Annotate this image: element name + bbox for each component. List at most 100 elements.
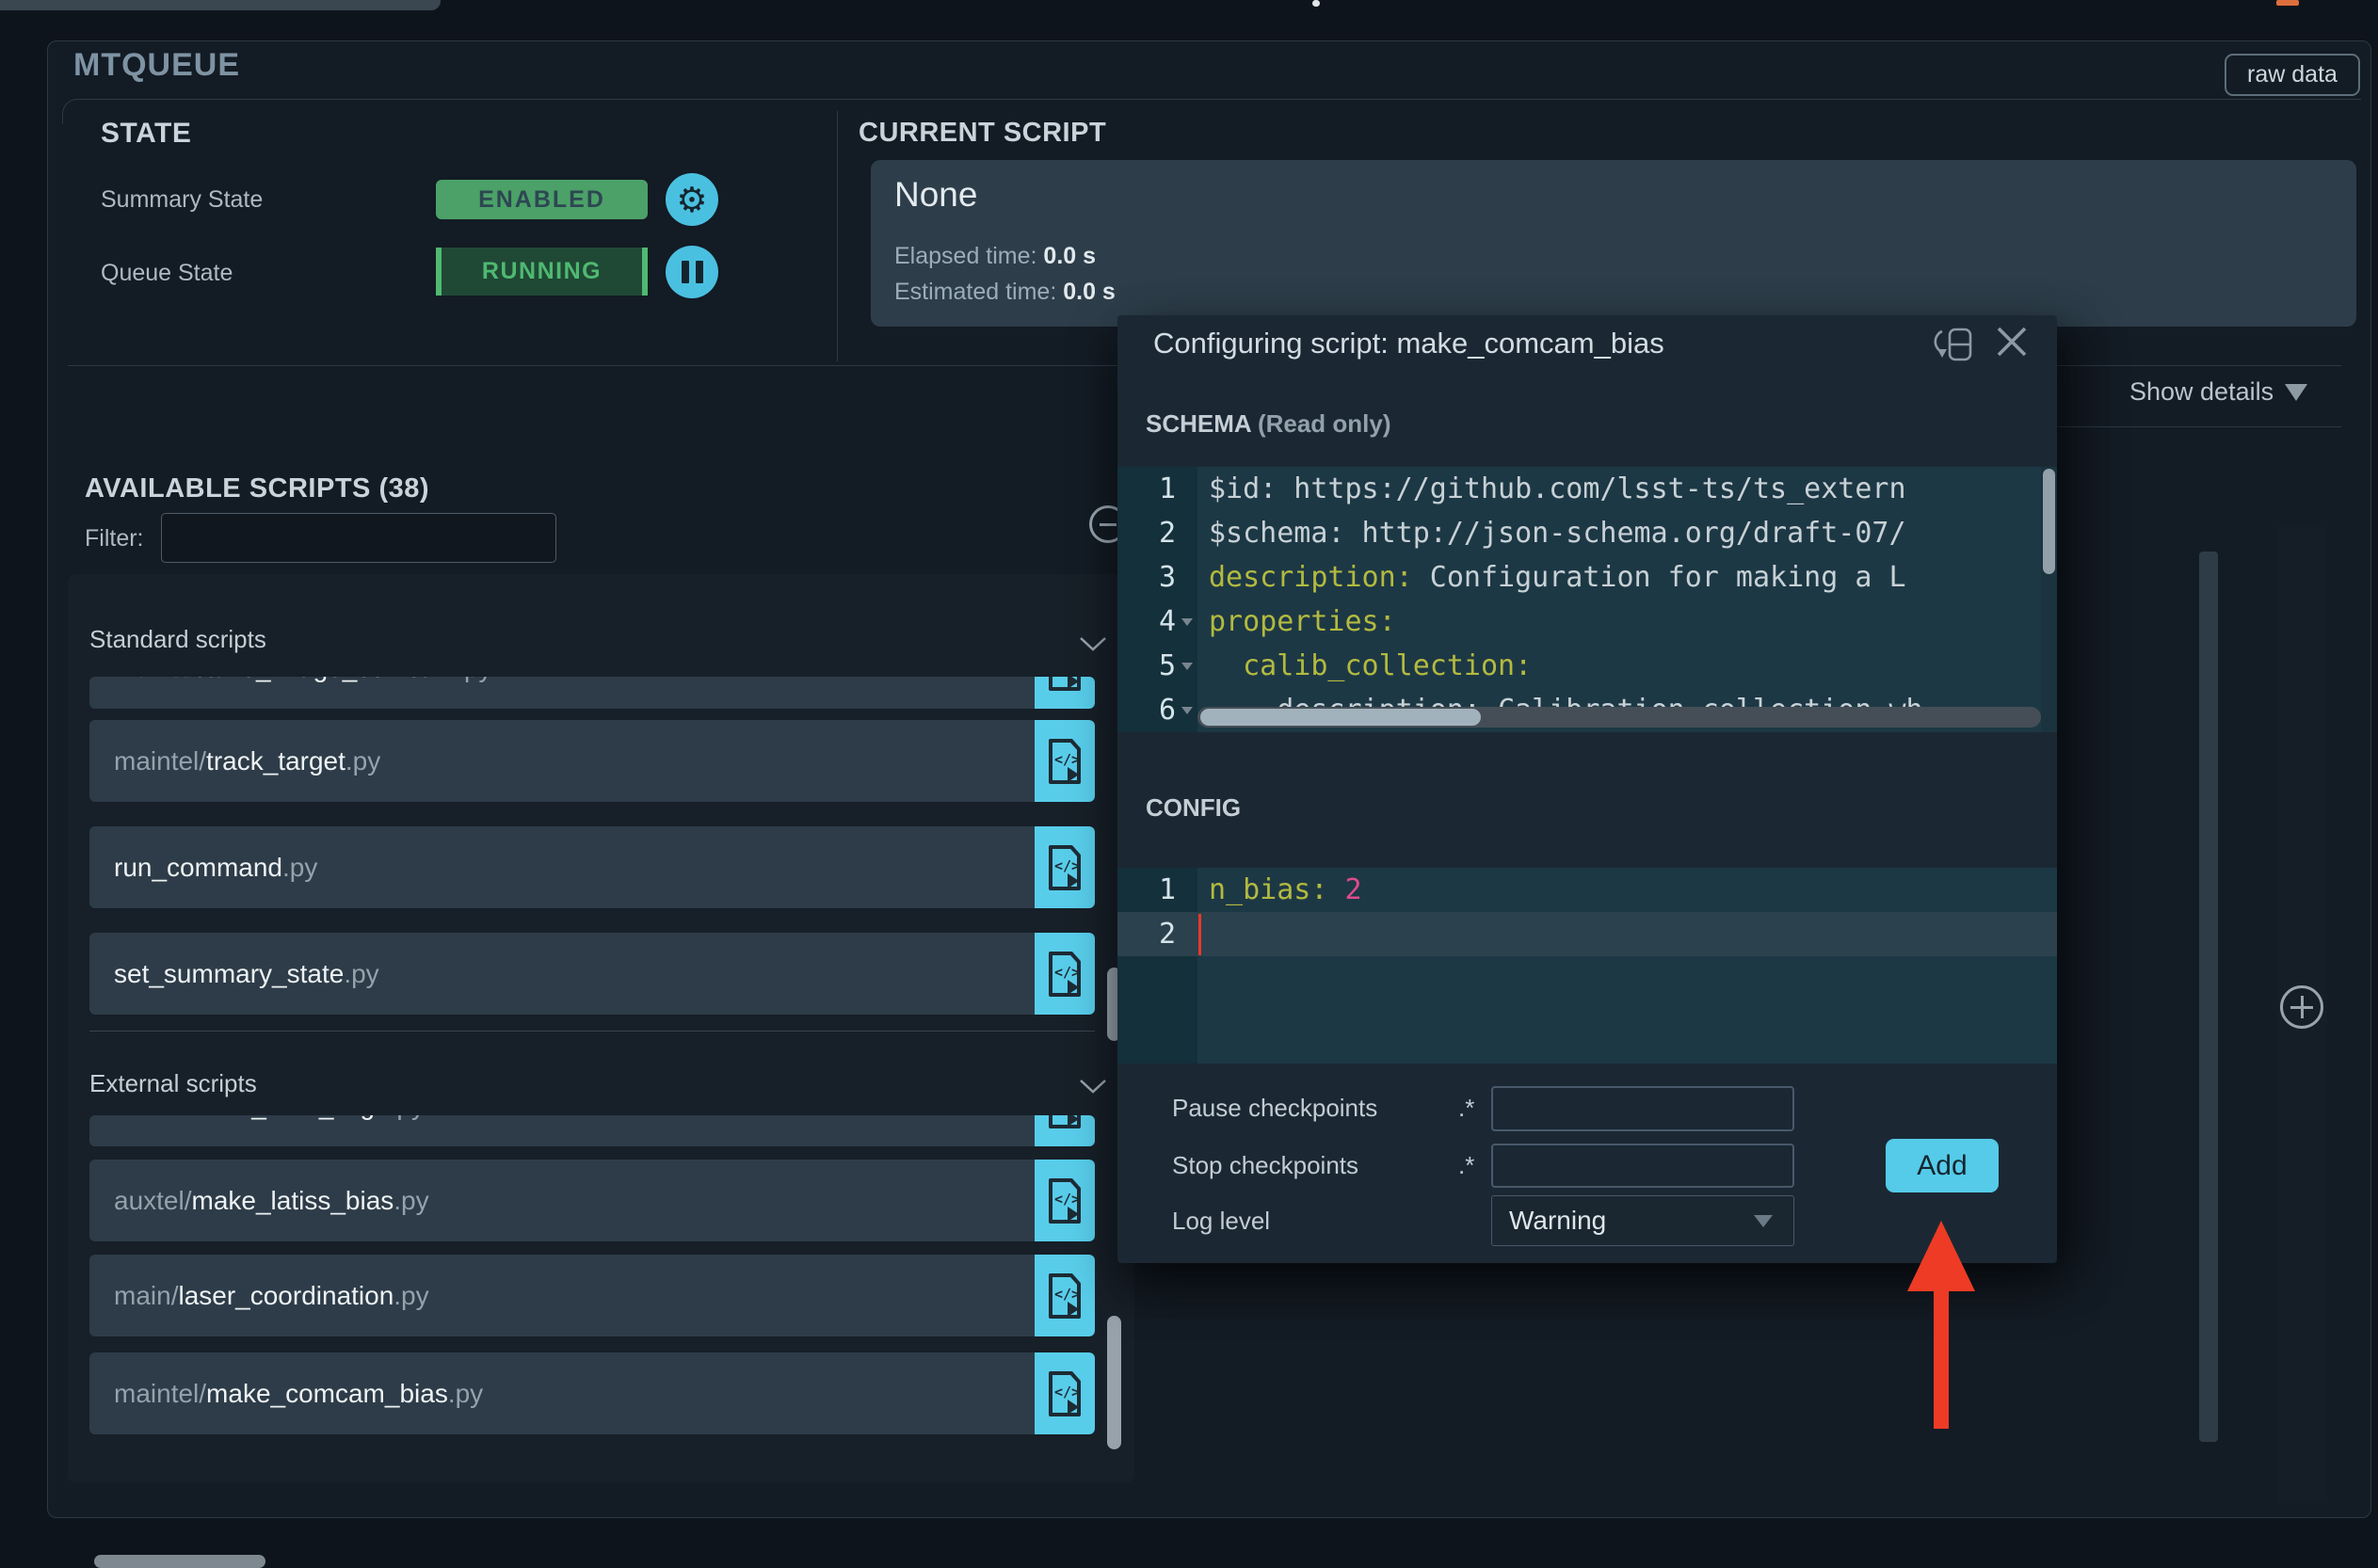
line-number: 1 [1158, 873, 1176, 906]
svg-text:</>: </> [1054, 751, 1080, 768]
script-launch-icon[interactable]: </> [1035, 1115, 1095, 1146]
stop-checkpoints-value: .* [1458, 1151, 1475, 1179]
estimated-time-row: Estimated time: 0.0 s [894, 279, 1116, 305]
current-script-name: None [894, 175, 978, 214]
config-label: CONFIG [1146, 793, 1242, 822]
group-divider [89, 1031, 1095, 1032]
estimated-time-value: 0.0 s [1063, 279, 1116, 305]
log-level-label: Log level [1172, 1207, 1271, 1235]
svg-text:</>: </> [1054, 964, 1080, 981]
config-code-editor[interactable]: 1 n_bias: 2 2 [1117, 868, 2057, 1064]
script-row[interactable]: run_command.py </> [89, 826, 1095, 908]
pause-icon [681, 261, 703, 283]
queue-pause-button[interactable] [666, 246, 718, 298]
script-launch-icon[interactable]: </> [1035, 1352, 1095, 1434]
script-row[interactable]: maintel/track_target.py </> [89, 720, 1095, 802]
line-number: 1 [1158, 472, 1176, 505]
pause-checkpoints-value: .* [1458, 1094, 1475, 1122]
select-caret-icon [1754, 1214, 1773, 1227]
svg-text:</>: </> [1054, 1191, 1080, 1208]
svg-text:</>: </> [1054, 1286, 1080, 1303]
filter-label: Filter: [85, 525, 144, 552]
close-icon[interactable] [1995, 325, 2029, 359]
line-number: 3 [1158, 561, 1176, 594]
script-row[interactable]: auxtel/make_latiss_bias.py </> [89, 1160, 1095, 1241]
chevron-down-icon[interactable] [1079, 636, 1107, 652]
line-number: 4 [1158, 605, 1176, 638]
elapsed-time-value: 0.0 s [1043, 243, 1097, 269]
annotation-arrow [1907, 1221, 1975, 1429]
line-number: 2 [1158, 517, 1176, 550]
code-line: 2 $schema: http://json-schema.org/draft-0… [1117, 511, 2057, 555]
pause-checkpoints-input[interactable] [1491, 1086, 1794, 1131]
script-launch-icon[interactable]: </> [1035, 933, 1095, 1015]
summary-state-config-button[interactable]: ⚙ [666, 173, 718, 226]
script-launch-icon[interactable]: </> [1035, 677, 1095, 709]
group-external-scripts[interactable]: External scripts [89, 1069, 257, 1098]
code-line: 5 calib_collection: [1117, 644, 2057, 688]
script-launch-icon[interactable]: </> [1035, 826, 1095, 908]
schema-horizontal-scrollbar[interactable] [1197, 707, 2041, 728]
state-divider [837, 111, 838, 361]
add-script-button[interactable] [2280, 985, 2323, 1029]
script-launch-icon[interactable]: </> [1035, 720, 1095, 802]
flip-orientation-icon[interactable] [1933, 323, 1976, 364]
pause-checkpoints-label: Pause checkpoints [1172, 1094, 1378, 1122]
code-line: 2 [1117, 912, 2057, 956]
script-launch-icon[interactable]: </> [1035, 1160, 1095, 1241]
queue-state-badge: RUNNING [436, 248, 648, 296]
schema-label: SCHEMA (Read only) [1146, 409, 1391, 438]
script-row-clipped[interactable]: auxtel/latiss_cwfs_align.py </> [89, 1115, 1095, 1146]
configure-script-dialog: Configuring script: make_comcam_bias SCH… [1117, 315, 2057, 1263]
script-launch-icon[interactable]: </> [1035, 1255, 1095, 1336]
dialog-title: Configuring script: make_comcam_bias [1153, 327, 1664, 360]
fold-caret-icon [1181, 706, 1193, 714]
show-details-toggle[interactable]: Show details [2129, 377, 2308, 407]
available-scripts-heading: AVAILABLE SCRIPTS (38) [85, 473, 430, 504]
schema-vertical-scrollbar[interactable] [2041, 467, 2057, 732]
fold-caret-icon [1181, 662, 1193, 670]
summary-state-badge: ENABLED [436, 180, 648, 219]
chevron-down-icon [2285, 383, 2308, 401]
fold-caret-icon [1181, 617, 1193, 626]
mtqueue-app: MTQUEUE raw data STATE Summary State ENA… [0, 0, 2378, 1568]
text-cursor [1198, 913, 1201, 955]
state-heading: STATE [101, 118, 192, 149]
stop-checkpoints-label: Stop checkpoints [1172, 1151, 1359, 1179]
svg-text:</>: </> [1054, 857, 1080, 874]
scripts-list-panel [68, 574, 1134, 1482]
code-line: 4 properties: [1117, 600, 2057, 644]
dock-remnant [94, 1555, 265, 1568]
schema-code-editor[interactable]: 1 $id: https://github.com/lsst-ts/ts_exte… [1117, 467, 2057, 732]
queue-scrollbar[interactable] [2199, 552, 2218, 1442]
script-row[interactable]: maintel/make_comcam_bias.py </> [89, 1352, 1095, 1434]
svg-text:</>: </> [1054, 1384, 1080, 1400]
browser-accent-sliver [2276, 0, 2299, 6]
code-line: 1 $id: https://github.com/lsst-ts/ts_exte… [1117, 467, 2057, 511]
line-number: 2 [1158, 918, 1176, 951]
browser-tab-remnant [0, 0, 441, 10]
stop-checkpoints-input[interactable] [1491, 1144, 1794, 1188]
script-row-clipped[interactable]: maintel/take_image_comcam.py </> [89, 677, 1095, 709]
code-line: 3 description: Configuration for making a… [1117, 555, 2057, 600]
add-button[interactable]: Add [1886, 1139, 1999, 1192]
elapsed-time-row: Elapsed time: 0.0 s [894, 243, 1097, 269]
line-number: 5 [1158, 649, 1176, 682]
queue-state-label: Queue State [101, 260, 233, 286]
summary-state-label: Summary State [101, 186, 264, 213]
external-list-scrollbar[interactable] [1107, 1316, 1121, 1449]
code-line: 1 n_bias: 2 [1117, 868, 2057, 912]
chevron-down-icon[interactable] [1079, 1079, 1107, 1095]
minus-icon [1100, 522, 1117, 526]
log-level-select[interactable]: Warning [1491, 1195, 1794, 1246]
raw-data-button[interactable]: raw data [2225, 54, 2360, 96]
line-number: 6 [1158, 694, 1176, 727]
gear-icon: ⚙ [676, 180, 708, 219]
script-row[interactable]: set_summary_state.py </> [89, 933, 1095, 1015]
group-standard-scripts[interactable]: Standard scripts [89, 625, 266, 654]
script-row[interactable]: main/laser_coordination.py </> [89, 1255, 1095, 1336]
current-script-heading: CURRENT SCRIPT [859, 118, 1107, 148]
page-title: MTQUEUE [73, 47, 240, 83]
filter-input[interactable] [161, 513, 556, 563]
schema-readonly-note: (Read only) [1257, 409, 1391, 438]
